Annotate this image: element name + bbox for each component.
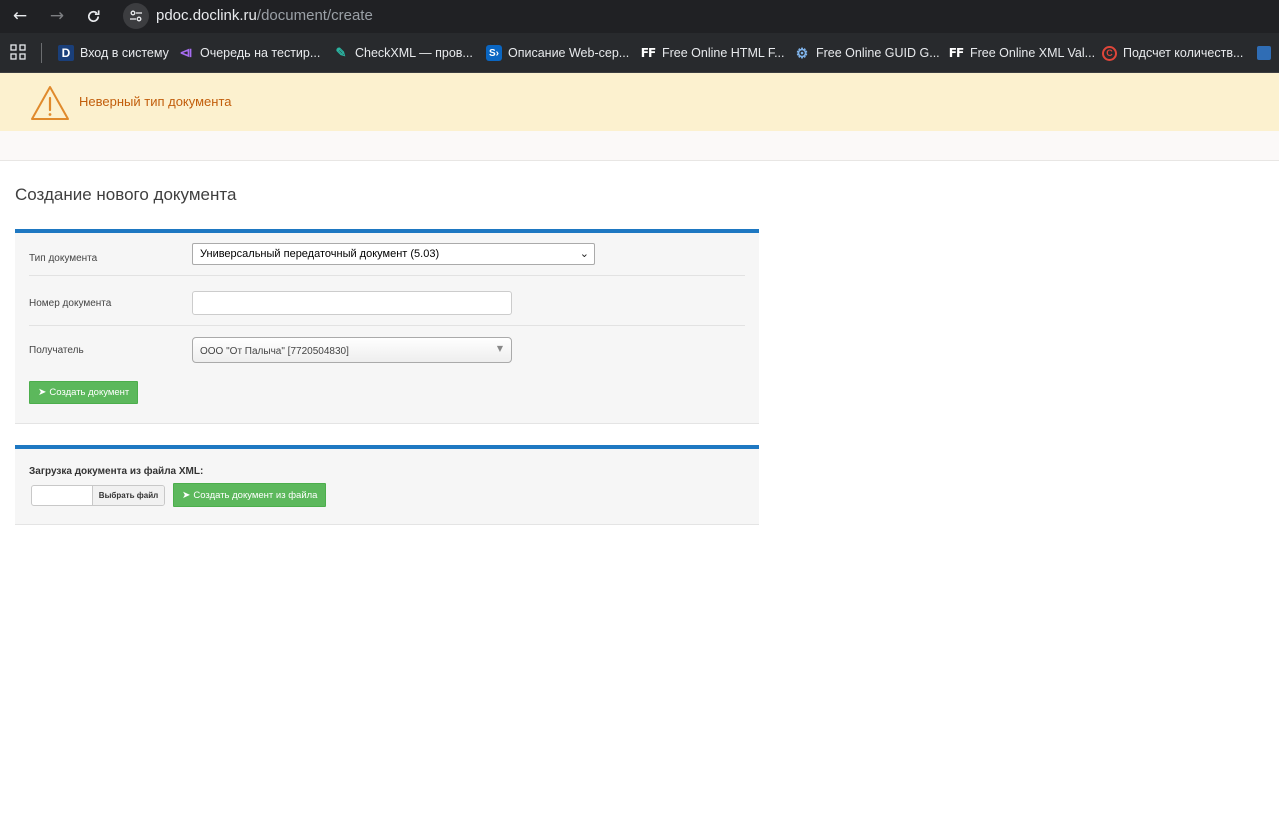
doc-type-select[interactable]: Универсальный передаточный документ (5.0… [192,243,595,265]
create-document-panel: Тип документа Универсальный передаточный… [15,229,759,424]
alert-message: Неверный тип документа [79,94,232,109]
url-path: /document/create [256,7,373,24]
bookmark-label: Подсчет количеств... [1123,46,1244,60]
page-title: Создание нового документа [15,185,237,204]
bookmark-label: CheckXML — пров... [355,46,473,60]
send-icon: ➤ [38,387,47,398]
chevron-down-icon: ⌄ [579,247,589,260]
checkxml-icon: ✎ [335,45,347,60]
create-from-file-label: Создать документ из файла [193,489,318,501]
doc-type-label: Тип документа [29,253,98,264]
bookmark-label: Free Online HTML F... [662,46,785,60]
bookmark-item[interactable]: FF Free Online HTML F... [640,42,785,64]
create-document-button[interactable]: ➤ Создать документ [29,381,139,404]
url-host: pdoc.doclink.ru [156,7,257,24]
bookmarks-bar: D Вход в систему ⧏ Очередь на тестир... … [0,33,1279,73]
copyright-icon: C [1102,45,1117,61]
browse-file-button[interactable]: Выбрать файл [92,486,164,505]
bookmark-item[interactable] [1257,42,1271,64]
bookmark-label: Очередь на тестир... [200,46,321,60]
upload-label: Загрузка документа из файла XML: [29,466,204,477]
bookmark-item[interactable]: D Вход в систему [58,42,169,64]
row-divider [29,325,745,326]
recipient-label: Получатель [29,345,84,356]
browser-toolbar: ← → pdoc.doclink.ru/document/create [0,0,1279,33]
bookmark-label: Free Online XML Val... [970,46,1096,60]
bookmark-label: Вход в систему [80,46,169,60]
bookmark-item[interactable]: ⧏ Очередь на тестир... [178,42,321,64]
doclink-d-icon: D [58,45,74,61]
bookmark-label: Описание Web-сер... [508,46,630,60]
create-from-file-button[interactable]: ➤ Создать документ из файла [173,483,327,507]
site-info-icon[interactable] [123,3,149,29]
bookmark-item[interactable]: ✎ CheckXML — пров... [333,42,473,64]
bookmark-label: Free Online GUID G... [816,46,940,60]
gears-icon: ⚙ [795,44,809,61]
breadcrumb-bar [0,131,1279,161]
bookmark-favicon-icon [1257,46,1271,60]
bookmarks-divider [41,43,42,63]
recipient-value: ООО "От Палыча" [7720504830] [200,346,349,357]
reload-icon[interactable] [80,4,106,28]
apps-grid-icon[interactable] [10,44,26,60]
create-document-label: Создать документ [49,387,130,398]
warning-alert: Неверный тип документа [0,73,1279,131]
file-input[interactable]: Выбрать файл [31,485,165,506]
bookmark-item[interactable]: FF Free Online XML Val... [948,42,1095,64]
bookmark-item[interactable]: ⚙ Free Online GUID G... [794,42,940,64]
bookmark-item[interactable]: S› Описание Web-сер... [486,42,629,64]
visual-studio-icon: ⧏ [179,45,193,60]
row-divider [29,275,745,276]
forward-arrow-icon[interactable]: → [44,4,70,28]
address-bar[interactable]: pdoc.doclink.ru/document/create [156,7,373,24]
upload-panel: Загрузка документа из файла XML: Выбрать… [15,445,759,525]
back-arrow-icon[interactable]: ← [7,4,33,28]
doc-number-label: Номер документа [29,298,112,309]
warning-icon [31,86,69,120]
freeformatter-icon: FF [640,46,656,60]
doc-number-input[interactable] [192,291,512,315]
doc-type-value: Универсальный передаточный документ (5.0… [200,248,440,260]
sharepoint-icon: S› [486,45,502,61]
send-icon: ➤ [182,489,191,501]
dropdown-arrow-icon: ▼ [496,344,503,353]
bookmark-item[interactable]: C Подсчет количеств... [1102,42,1243,64]
recipient-select[interactable]: ООО "От Палыча" [7720504830] ▼ [192,337,512,363]
freeformatter-icon: FF [948,46,964,60]
